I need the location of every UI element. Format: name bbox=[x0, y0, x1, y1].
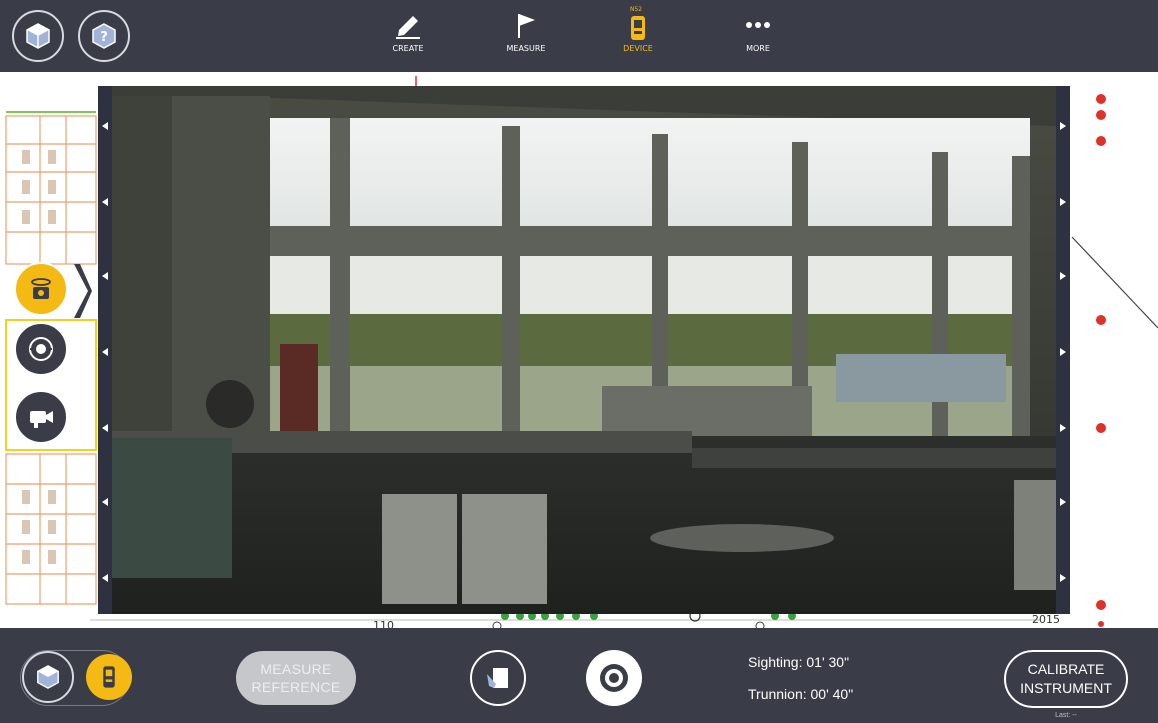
help-button[interactable]: ? bbox=[78, 10, 130, 62]
shoot-button[interactable] bbox=[586, 650, 642, 706]
measure-label: MEASURE bbox=[506, 44, 546, 53]
device-tool[interactable]: N52 DEVICE bbox=[608, 6, 668, 53]
help-cube-icon: ? bbox=[92, 23, 116, 49]
calibrate-line1: CALIBRATE bbox=[1027, 661, 1105, 677]
calibrate-instrument-button[interactable]: CALIBRATE INSTRUMENT bbox=[1004, 650, 1128, 708]
target-view-button[interactable] bbox=[14, 322, 68, 376]
grid-label-110: 110 bbox=[373, 619, 394, 628]
measure-reference-button[interactable]: MEASURE REFERENCE bbox=[236, 651, 356, 705]
device-icon bbox=[103, 666, 115, 688]
grid-label-2015: 2015 bbox=[1032, 613, 1060, 626]
top-toolbar: ? CREATE MEASURE N52 DEVICE MORE bbox=[0, 0, 1158, 72]
more-tool[interactable]: MORE bbox=[728, 6, 788, 53]
trunnion-readout: Trunnion: 00' 40" bbox=[748, 686, 854, 702]
device-icon bbox=[631, 16, 645, 40]
cube-icon bbox=[26, 23, 50, 49]
device-mode-button[interactable] bbox=[86, 654, 132, 700]
flag-icon bbox=[518, 14, 535, 38]
rotate-camera-button[interactable] bbox=[14, 262, 68, 316]
expand-chevron-icon[interactable] bbox=[70, 262, 92, 320]
backsight-button[interactable] bbox=[470, 650, 526, 706]
camera-frame-ticks bbox=[102, 122, 1066, 582]
measure-reference-line1: MEASURE bbox=[260, 661, 332, 677]
device-badge: N52 bbox=[630, 6, 643, 13]
target-icon bbox=[29, 337, 53, 361]
create-label: CREATE bbox=[392, 44, 424, 53]
calibrate-line2: INSTRUMENT bbox=[1020, 680, 1112, 696]
cube-icon bbox=[37, 665, 59, 689]
more-dots-icon bbox=[746, 22, 770, 28]
target-ring-icon bbox=[600, 664, 628, 692]
video-camera-button[interactable] bbox=[14, 390, 68, 444]
model-mode-button[interactable] bbox=[22, 651, 74, 703]
more-label: MORE bbox=[746, 44, 770, 53]
svg-text:?: ? bbox=[100, 30, 108, 45]
model-view-button[interactable] bbox=[12, 10, 64, 62]
measure-reference-line2: REFERENCE bbox=[251, 679, 341, 695]
create-tool[interactable]: CREATE bbox=[378, 6, 438, 53]
bottom-toolbar: MEASURE REFERENCE Sighting: 01' 30" Trun… bbox=[0, 628, 1158, 723]
measure-tool[interactable]: MEASURE bbox=[496, 6, 556, 53]
device-label: DEVICE bbox=[623, 44, 653, 53]
last-calibration-text: Last: -- bbox=[1055, 712, 1077, 719]
page-edit-icon bbox=[487, 668, 508, 688]
pencil-icon bbox=[396, 16, 420, 39]
rotate-camera-icon bbox=[31, 278, 51, 299]
video-camera-icon bbox=[30, 411, 53, 428]
sighting-readout: Sighting: 01' 30" bbox=[748, 654, 850, 670]
